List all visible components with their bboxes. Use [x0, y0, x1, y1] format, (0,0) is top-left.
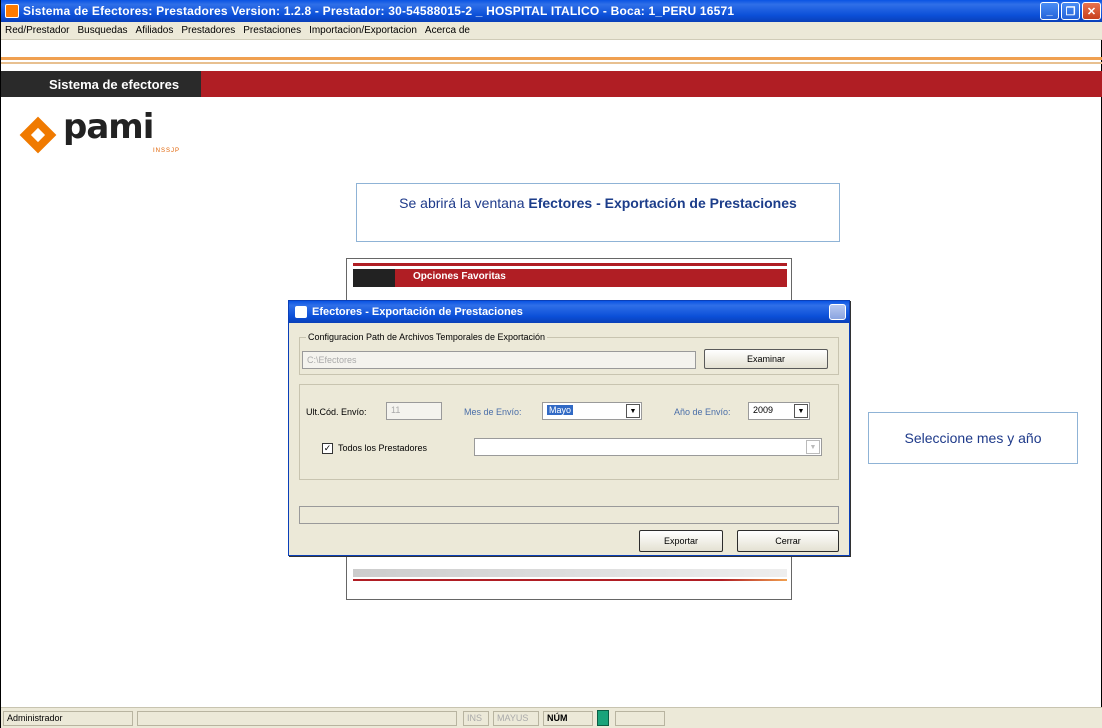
- status-bar: Administrador INS MAYUS NÚM: [1, 707, 1102, 728]
- window-controls: _ ❐ ✕: [1040, 2, 1101, 20]
- app-window: Sistema de Efectores: Prestadores Versio…: [0, 0, 1102, 728]
- dialog-app-icon: [295, 306, 307, 318]
- decorative-lines: [1, 57, 1102, 69]
- path-group-label: Configuracion Path de Archivos Temporale…: [306, 332, 547, 342]
- header-band: Sistema de efectores: [1, 71, 1102, 97]
- year-label: Año de Envío:: [674, 407, 731, 417]
- last-code-field[interactable]: 11: [386, 402, 442, 420]
- menu-afiliados[interactable]: Afiliados: [132, 25, 178, 36]
- export-button[interactable]: Exportar: [639, 530, 723, 552]
- logo-subtext: INSSJP: [153, 148, 181, 154]
- browse-button[interactable]: Examinar: [704, 349, 828, 369]
- close-button[interactable]: ✕: [1082, 2, 1101, 20]
- header-tab: Sistema de efectores: [1, 71, 201, 97]
- year-value: 2009: [753, 405, 774, 415]
- menu-red-prestador[interactable]: Red/Prestador: [1, 25, 73, 36]
- menu-busquedas[interactable]: Busquedas: [73, 25, 131, 36]
- callout-select-month-year: Seleccione mes y año: [868, 412, 1078, 464]
- diamond-logo-icon: [19, 116, 57, 154]
- menu-bar: Red/Prestador Busquedas Afiliados Presta…: [1, 22, 1102, 40]
- callout-window-info: Se abrirá la ventana Efectores - Exporta…: [356, 183, 840, 242]
- dialog-close-button[interactable]: [829, 304, 846, 320]
- last-code-label: Ult.Cód. Envío:: [306, 407, 367, 417]
- chevron-down-icon[interactable]: ▼: [806, 440, 820, 454]
- path-group: Configuracion Path de Archivos Temporale…: [299, 332, 839, 375]
- all-providers-label: Todos los Prestadores: [338, 443, 428, 453]
- chevron-down-icon[interactable]: ▼: [626, 404, 640, 418]
- menu-importacion-exportacion[interactable]: Importacion/Exportacion: [305, 25, 421, 36]
- callout-bold-text: Efectores - Exportación de Prestaciones: [528, 195, 797, 211]
- logo-word: pami: [63, 107, 154, 147]
- status-mayus: MAYUS: [493, 711, 539, 726]
- restore-button[interactable]: ❐: [1061, 2, 1080, 20]
- month-label: Mes de Envío:: [464, 407, 522, 417]
- pami-logo: pami INSSJP: [19, 107, 179, 154]
- month-select[interactable]: Mayo ▼: [542, 402, 642, 420]
- menu-acerca-de[interactable]: Acerca de: [421, 25, 474, 36]
- window-title: Sistema de Efectores: Prestadores Versio…: [23, 4, 735, 18]
- dialog-title-bar: Efectores - Exportación de Prestaciones: [289, 301, 849, 323]
- calculator-icon: [597, 710, 609, 726]
- favorites-label: Opciones Favoritas: [413, 271, 506, 282]
- menu-prestaciones[interactable]: Prestaciones: [239, 25, 305, 36]
- dialog-title: Efectores - Exportación de Prestaciones: [312, 306, 523, 318]
- cancel-button[interactable]: Cerrar: [737, 530, 839, 552]
- status-ins: INS: [463, 711, 489, 726]
- callout-text: Se abrirá la ventana: [399, 195, 529, 211]
- export-options-group: Ult.Cód. Envío: 11 Mes de Envío: Mayo ▼ …: [299, 384, 839, 480]
- status-num: NÚM: [543, 711, 593, 726]
- status-empty-panel: [137, 711, 457, 726]
- providers-select[interactable]: ▼: [474, 438, 822, 456]
- all-providers-checkbox[interactable]: ✓: [322, 443, 333, 454]
- status-empty-panel-2: [615, 711, 665, 726]
- month-value: Mayo: [547, 405, 574, 415]
- year-select[interactable]: 2009 ▼: [748, 402, 810, 420]
- minimize-button[interactable]: _: [1040, 2, 1059, 20]
- menu-prestadores[interactable]: Prestadores: [177, 25, 239, 36]
- title-bar: Sistema de Efectores: Prestadores Versio…: [1, 0, 1102, 22]
- status-user: Administrador: [3, 711, 133, 726]
- favorites-bar: Opciones Favoritas: [353, 269, 787, 287]
- export-dialog: Efectores - Exportación de Prestaciones …: [288, 300, 850, 556]
- chevron-down-icon[interactable]: ▼: [794, 404, 808, 418]
- progress-bar: [299, 506, 839, 524]
- app-icon: [5, 4, 19, 18]
- path-input[interactable]: C:\Efectores: [302, 351, 696, 369]
